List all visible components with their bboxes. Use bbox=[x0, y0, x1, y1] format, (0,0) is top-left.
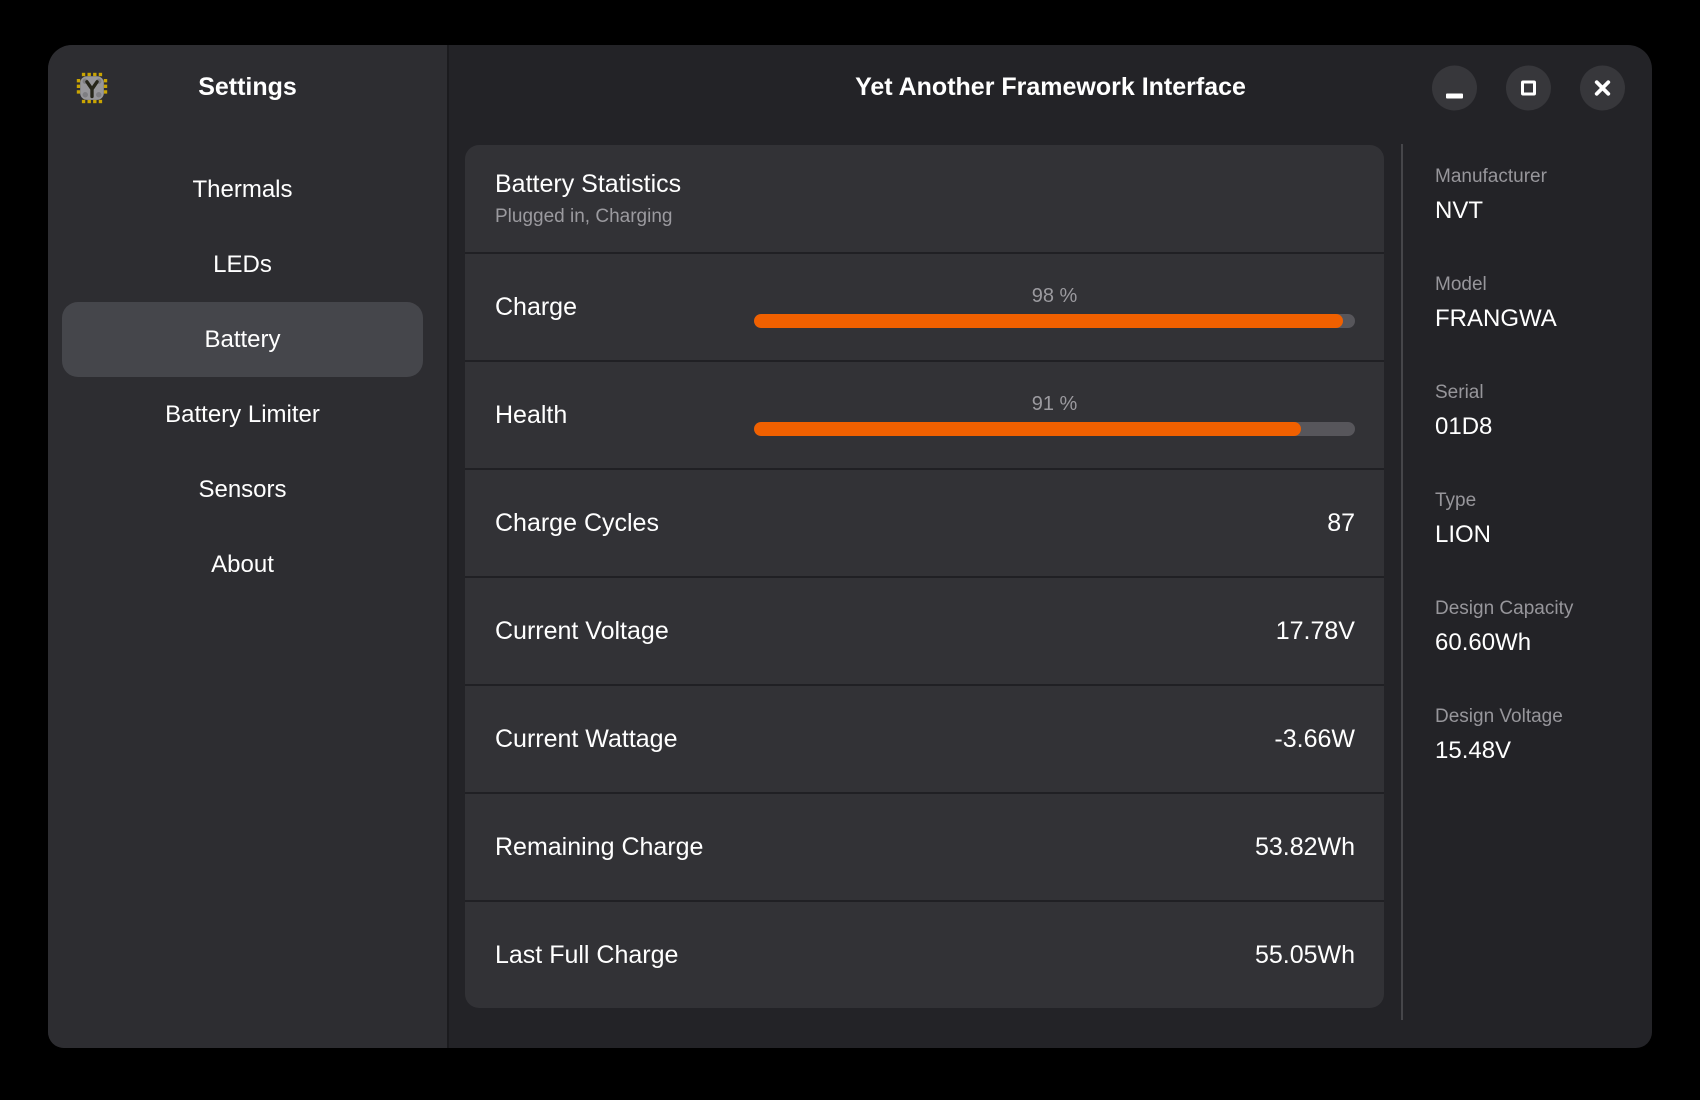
remaining-charge-value: 53.82Wh bbox=[1255, 833, 1355, 862]
remaining-charge-label: Remaining Charge bbox=[495, 833, 703, 862]
design-voltage-value: 15.48V bbox=[1435, 737, 1644, 765]
health-label: Health bbox=[495, 401, 567, 430]
health-row: Health 91 % bbox=[465, 360, 1384, 468]
model-label: Model bbox=[1435, 274, 1644, 296]
sidebar-item-leds[interactable]: LEDs bbox=[62, 227, 423, 302]
sidebar-item-thermals[interactable]: Thermals bbox=[62, 152, 423, 227]
health-progress-track bbox=[754, 422, 1355, 436]
current-voltage-value: 17.78V bbox=[1276, 617, 1355, 646]
design-capacity-value: 60.60Wh bbox=[1435, 629, 1644, 657]
minimize-icon bbox=[1446, 93, 1463, 98]
manufacturer-value: NVT bbox=[1435, 197, 1644, 225]
battery-card-area: Battery Statistics Plugged in, Charging … bbox=[449, 130, 1401, 1048]
sidebar-item-battery-limiter[interactable]: Battery Limiter bbox=[62, 377, 423, 452]
minimize-button[interactable] bbox=[1432, 65, 1477, 110]
close-button[interactable] bbox=[1580, 65, 1625, 110]
battery-status-text: Plugged in, Charging bbox=[495, 206, 1354, 228]
serial-entry: Serial 01D8 bbox=[1435, 382, 1644, 441]
design-voltage-entry: Design Voltage 15.48V bbox=[1435, 706, 1644, 765]
battery-info-panel: Manufacturer NVT Model FRANGWA Serial 01… bbox=[1401, 144, 1652, 1020]
serial-label: Serial bbox=[1435, 382, 1644, 404]
app-gear-chip-icon bbox=[74, 70, 110, 106]
charge-row: Charge 98 % bbox=[465, 252, 1384, 360]
sidebar-item-sensors[interactable]: Sensors bbox=[62, 452, 423, 527]
charge-cycles-value: 87 bbox=[1327, 509, 1355, 538]
charge-label: Charge bbox=[495, 293, 577, 322]
titlebar: Yet Another Framework Interface bbox=[449, 45, 1652, 130]
type-label: Type bbox=[1435, 490, 1644, 512]
window-controls bbox=[1432, 65, 1625, 110]
last-full-charge-row: Last Full Charge 55.05Wh bbox=[465, 900, 1384, 1008]
sidebar-title: Settings bbox=[198, 73, 297, 102]
design-capacity-entry: Design Capacity 60.60Wh bbox=[1435, 598, 1644, 657]
sidebar-item-battery[interactable]: Battery bbox=[62, 302, 423, 377]
charge-progress: 98 % bbox=[754, 286, 1355, 328]
design-voltage-label: Design Voltage bbox=[1435, 706, 1644, 728]
current-wattage-label: Current Wattage bbox=[495, 725, 677, 754]
current-voltage-row: Current Voltage 17.78V bbox=[465, 576, 1384, 684]
maximize-icon bbox=[1521, 80, 1536, 95]
model-value: FRANGWA bbox=[1435, 305, 1644, 333]
charge-cycles-label: Charge Cycles bbox=[495, 509, 659, 538]
main-area: Yet Another Framework Interface bbox=[449, 45, 1652, 1048]
window-title: Yet Another Framework Interface bbox=[855, 73, 1246, 102]
close-icon bbox=[1592, 77, 1613, 98]
manufacturer-label: Manufacturer bbox=[1435, 166, 1644, 188]
serial-value: 01D8 bbox=[1435, 413, 1644, 441]
battery-card-title: Battery Statistics bbox=[495, 170, 1354, 199]
charge-progress-fill bbox=[754, 314, 1343, 328]
battery-card-header: Battery Statistics Plugged in, Charging bbox=[465, 145, 1384, 252]
type-value: LION bbox=[1435, 521, 1644, 549]
app-window: Settings Thermals LEDs Battery Battery L… bbox=[48, 45, 1652, 1048]
type-entry: Type LION bbox=[1435, 490, 1644, 549]
battery-statistics-card: Battery Statistics Plugged in, Charging … bbox=[465, 145, 1384, 1008]
health-percent-text: 91 % bbox=[1032, 394, 1078, 414]
charge-progress-track bbox=[754, 314, 1355, 328]
health-progress-fill bbox=[754, 422, 1301, 436]
last-full-charge-label: Last Full Charge bbox=[495, 941, 678, 970]
charge-percent-text: 98 % bbox=[1032, 286, 1078, 306]
content: Battery Statistics Plugged in, Charging … bbox=[449, 130, 1652, 1048]
current-wattage-row: Current Wattage -3.66W bbox=[465, 684, 1384, 792]
sidebar: Settings Thermals LEDs Battery Battery L… bbox=[48, 45, 449, 1048]
design-capacity-label: Design Capacity bbox=[1435, 598, 1644, 620]
last-full-charge-value: 55.05Wh bbox=[1255, 941, 1355, 970]
manufacturer-entry: Manufacturer NVT bbox=[1435, 166, 1644, 225]
sidebar-header: Settings bbox=[48, 45, 447, 130]
charge-cycles-row: Charge Cycles 87 bbox=[465, 468, 1384, 576]
current-wattage-value: -3.66W bbox=[1274, 725, 1355, 754]
current-voltage-label: Current Voltage bbox=[495, 617, 669, 646]
health-progress: 91 % bbox=[754, 394, 1355, 436]
sidebar-item-about[interactable]: About bbox=[62, 527, 423, 602]
remaining-charge-row: Remaining Charge 53.82Wh bbox=[465, 792, 1384, 900]
sidebar-nav: Thermals LEDs Battery Battery Limiter Se… bbox=[48, 130, 447, 602]
model-entry: Model FRANGWA bbox=[1435, 274, 1644, 333]
maximize-button[interactable] bbox=[1506, 65, 1551, 110]
